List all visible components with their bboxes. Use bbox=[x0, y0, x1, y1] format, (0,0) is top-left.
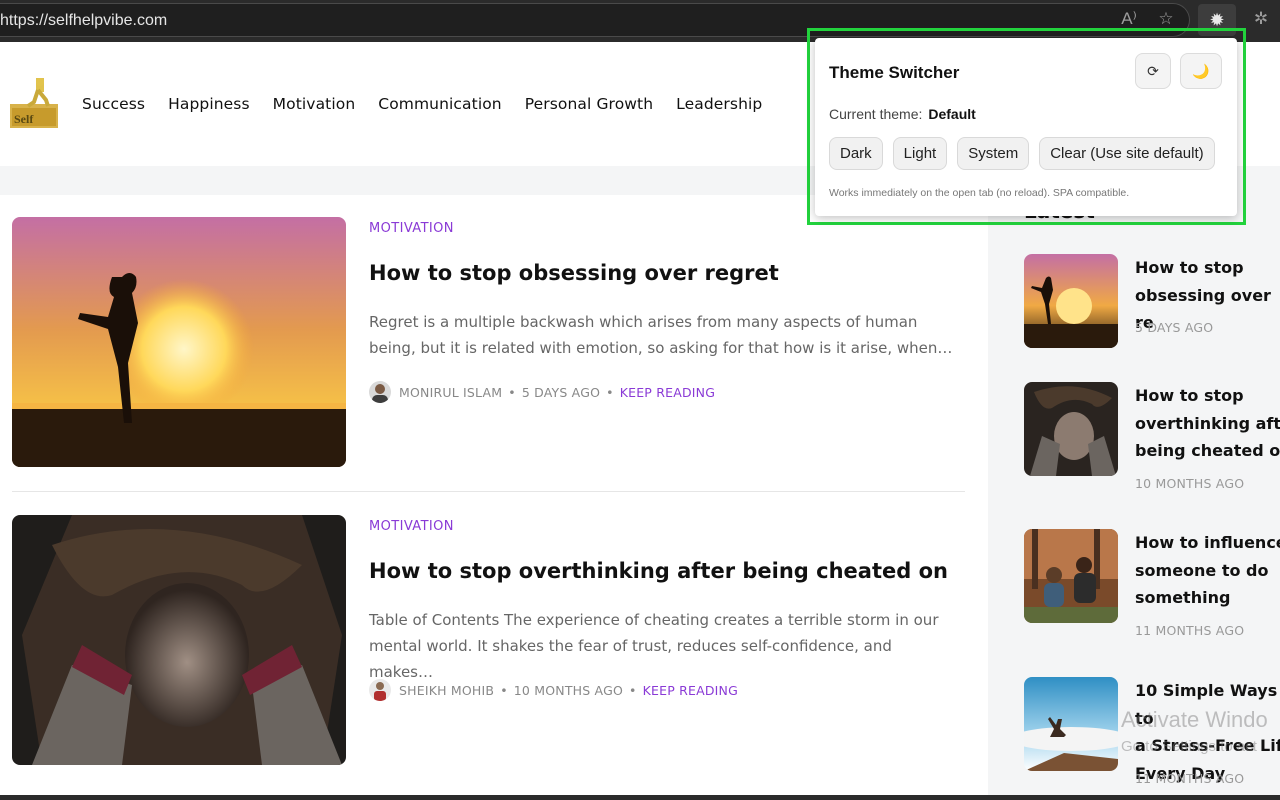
nav-item-happiness[interactable]: Happiness bbox=[168, 95, 250, 113]
refresh-icon: ⟳ bbox=[1147, 63, 1159, 79]
post-list: MOTIVATION How to stop obsessing over re… bbox=[0, 195, 988, 795]
theme-switcher-popup: Theme Switcher ⟳ 🌙 Current theme: Default… bbox=[815, 38, 1237, 216]
post-author[interactable]: SHEIKH MOHIB bbox=[399, 683, 494, 698]
favorite-star-icon[interactable]: ☆ bbox=[1155, 8, 1177, 30]
theme-system-button[interactable]: System bbox=[957, 137, 1030, 170]
current-theme-row: Current theme: Default bbox=[829, 106, 976, 122]
theme-light-button[interactable]: Light bbox=[892, 137, 948, 170]
nav-item-motivation[interactable]: Motivation bbox=[273, 95, 356, 113]
meta-separator: • bbox=[606, 384, 614, 400]
sidebar-post-thumbnail[interactable] bbox=[1024, 677, 1118, 771]
post-category[interactable]: MOTIVATION bbox=[369, 519, 454, 534]
post-date: 10 MONTHS AGO bbox=[513, 682, 624, 698]
current-theme-label: Current theme: bbox=[829, 106, 923, 122]
svg-text:Self: Self bbox=[14, 112, 34, 126]
post-card: MOTIVATION How to stop overthinking afte… bbox=[12, 515, 965, 765]
sidebar-post-date: 11 MONTHS AGO bbox=[1135, 623, 1245, 638]
post-title[interactable]: How to stop overthinking after being che… bbox=[369, 559, 948, 583]
dark-mode-toggle-button[interactable]: 🌙 bbox=[1180, 53, 1222, 89]
post-excerpt: Regret is a multiple backwash which aris… bbox=[369, 313, 953, 357]
author-avatar bbox=[369, 679, 391, 701]
author-avatar bbox=[369, 381, 391, 403]
taskbar-edge bbox=[0, 795, 1280, 800]
sidebar-post-date: 11 MONTHS AGO bbox=[1135, 771, 1245, 786]
sidebar-post-title[interactable]: How to influence someone to do something bbox=[1135, 529, 1280, 612]
site-logo[interactable]: Self bbox=[8, 76, 60, 134]
post-date: 5 DAYS AGO bbox=[521, 384, 601, 400]
post-thumbnail[interactable] bbox=[12, 515, 346, 765]
post-author[interactable]: MONIRUL ISLAM bbox=[399, 385, 502, 400]
current-theme-value: Default bbox=[928, 106, 976, 122]
moon-icon: 🌙 bbox=[1192, 63, 1210, 79]
post-divider bbox=[12, 491, 965, 492]
sidebar-post-thumbnail[interactable] bbox=[1024, 254, 1118, 348]
keep-reading-link[interactable]: KEEP READING bbox=[643, 683, 738, 698]
post-card: MOTIVATION How to stop obsessing over re… bbox=[12, 217, 965, 467]
post-thumbnail[interactable] bbox=[12, 217, 346, 467]
activate-windows-watermark: Activate Windo bbox=[1121, 707, 1268, 732]
keep-reading-link[interactable]: KEEP READING bbox=[620, 385, 715, 400]
post-category[interactable]: MOTIVATION bbox=[369, 221, 454, 236]
nav-item-communication[interactable]: Communication bbox=[378, 95, 501, 113]
latest-sidebar: Latest How to stop obsessing over re 5 D… bbox=[988, 195, 1280, 795]
activate-windows-subtext: Go to Settings to act bbox=[1121, 738, 1257, 755]
meta-separator: • bbox=[500, 682, 508, 698]
nav-item-leadership[interactable]: Leadership bbox=[676, 95, 762, 113]
sidebar-post-date: 10 MONTHS AGO bbox=[1135, 476, 1245, 491]
sidebar-post-thumbnail[interactable] bbox=[1024, 382, 1118, 476]
meta-separator: • bbox=[508, 384, 516, 400]
post-title[interactable]: How to stop obsessing over regret bbox=[369, 261, 779, 285]
url-text[interactable]: https://selfhelpvibe.com bbox=[0, 12, 167, 30]
nav-item-personal-growth[interactable]: Personal Growth bbox=[525, 95, 653, 113]
post-meta: MONIRUL ISLAM • 5 DAYS AGO • KEEP READIN… bbox=[369, 381, 715, 403]
sidebar-post-thumbnail[interactable] bbox=[1024, 529, 1118, 623]
meta-separator: • bbox=[629, 682, 637, 698]
extensions-icon[interactable]: ✲ bbox=[1250, 8, 1272, 30]
sidebar-post-title[interactable]: How to stop overthinking afte being chea… bbox=[1135, 382, 1280, 465]
popup-title: Theme Switcher bbox=[829, 63, 960, 82]
theme-choices: Dark Light System Clear (Use site defaul… bbox=[829, 137, 1215, 170]
read-aloud-icon[interactable]: A⁾ bbox=[1118, 8, 1140, 30]
nav-item-success[interactable]: Success bbox=[82, 95, 145, 113]
popup-note: Works immediately on the open tab (no re… bbox=[829, 187, 1130, 199]
main-nav: Success Happiness Motivation Communicati… bbox=[82, 95, 785, 113]
theme-clear-button[interactable]: Clear (Use site default) bbox=[1039, 137, 1215, 170]
post-meta: SHEIKH MOHIB • 10 MONTHS AGO • KEEP READ… bbox=[369, 679, 738, 701]
theme-dark-button[interactable]: Dark bbox=[829, 137, 883, 170]
sidebar-post-date: 5 DAYS AGO bbox=[1135, 320, 1214, 335]
post-excerpt: Table of Contents The experience of chea… bbox=[369, 611, 939, 681]
refresh-button[interactable]: ⟳ bbox=[1135, 53, 1171, 89]
